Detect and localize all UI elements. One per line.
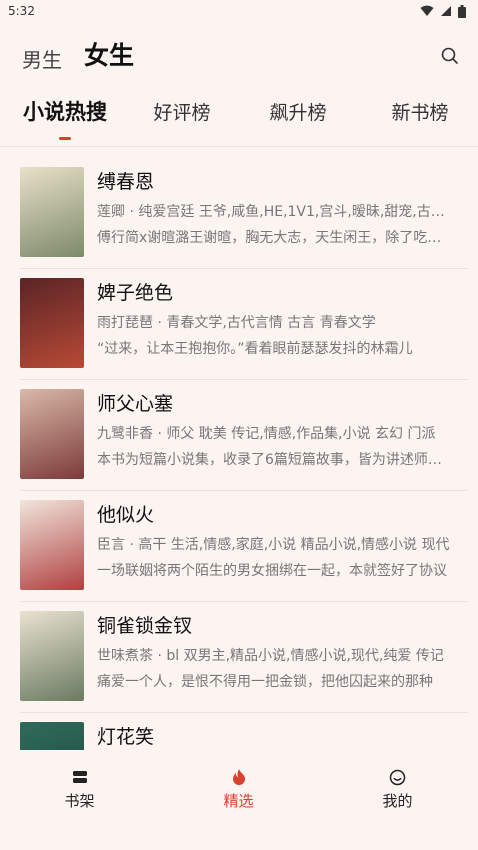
book-item[interactable]: 铜雀锁金钗 世味煮茶 · bl 双男主,精品小说,情感小说,现代,纯爱 传记 痛… xyxy=(0,602,478,713)
book-cover xyxy=(20,500,84,590)
nav-label: 书架 xyxy=(64,792,95,810)
tab-male[interactable]: 男生 xyxy=(22,50,62,74)
tab-female[interactable]: 女生 xyxy=(84,43,134,74)
status-icons xyxy=(420,4,466,18)
search-icon[interactable] xyxy=(440,46,460,66)
nav-featured[interactable]: 精选 xyxy=(159,750,318,811)
book-title: 缚春恩 xyxy=(97,171,155,193)
battery-icon xyxy=(458,4,466,18)
status-time: 5:32 xyxy=(8,4,35,18)
book-title: 师父心塞 xyxy=(97,393,174,415)
tab-new-books[interactable]: 新书榜 xyxy=(362,98,478,125)
book-list: 缚春恩 莲卿 · 纯爱宫廷 王爷,咸鱼,HE,1V1,宫斗,暧昧,甜宠,古代言情… xyxy=(0,158,478,750)
book-cover xyxy=(20,611,84,701)
tab-top-rated[interactable]: 好评榜 xyxy=(130,98,234,125)
nav-profile[interactable]: 我的 xyxy=(318,750,477,811)
book-description: “过来，让本王抱抱你。”看着眼前瑟瑟发抖的林霜儿 xyxy=(97,341,413,357)
smile-icon xyxy=(389,769,406,785)
book-meta: 臣言 · 高干 生活,情感,家庭,小说 精品小说,情感小说 现代 xyxy=(97,537,450,553)
book-description: 一场联姻将两个陌生的男女捆绑在一起，本就签好了协议 xyxy=(97,563,447,579)
book-title: 他似火 xyxy=(97,504,155,526)
book-description: 本书为短篇小说集，收录了6篇短篇故事，皆为讲述师徒之间 xyxy=(97,452,453,468)
bottom-nav: 书架 精选 我的 xyxy=(0,750,478,850)
book-item[interactable]: 婢子绝色 雨打琵琶 · 青春文学,古代言情 古言 青春文学 “过来，让本王抱抱你… xyxy=(0,269,478,380)
book-cover xyxy=(20,389,84,479)
book-cover xyxy=(20,722,84,750)
book-meta: 世味煮茶 · bl 双男主,精品小说,情感小说,现代,纯爱 传记 xyxy=(97,648,444,664)
divider xyxy=(0,146,478,147)
nav-bookshelf[interactable]: 书架 xyxy=(0,750,159,811)
wifi-icon xyxy=(420,5,434,16)
tab-hot-search[interactable]: 小说热搜 xyxy=(0,96,130,126)
nav-label: 精选 xyxy=(223,792,254,810)
book-item[interactable]: 缚春恩 莲卿 · 纯爱宫廷 王爷,咸鱼,HE,1V1,宫斗,暧昧,甜宠,古代言情… xyxy=(0,158,478,269)
book-title: 婢子绝色 xyxy=(97,282,174,304)
book-cover xyxy=(20,278,84,368)
book-meta: 莲卿 · 纯爱宫廷 王爷,咸鱼,HE,1V1,宫斗,暧昧,甜宠,古代言情 xyxy=(97,204,453,220)
book-cover xyxy=(20,167,84,257)
book-title: 铜雀锁金钗 xyxy=(97,615,193,637)
book-meta: 雨打琵琶 · 青春文学,古代言情 古言 青春文学 xyxy=(97,315,376,331)
tab-rising[interactable]: 飙升榜 xyxy=(234,98,362,125)
book-item[interactable]: 他似火 臣言 · 高干 生活,情感,家庭,小说 精品小说,情感小说 现代 一场联… xyxy=(0,491,478,602)
signal-icon xyxy=(441,6,451,16)
book-item[interactable]: 师父心塞 九鹭非香 · 师父 耽美 传记,情感,作品集,小说 玄幻 门派 本书为… xyxy=(0,380,478,491)
nav-label: 我的 xyxy=(382,792,413,810)
flame-icon xyxy=(232,769,245,785)
book-item[interactable]: 灯花笑 xyxy=(0,713,478,750)
book-title: 灯花笑 xyxy=(97,726,155,748)
ranking-tabs: 小说热搜 好评榜 飙升榜 新书榜 xyxy=(0,88,478,134)
header: 男生 女生 xyxy=(0,34,478,74)
book-description: 痛爱一个人，是恨不得用一把金锁，把他囚起来的那种 xyxy=(97,674,433,690)
book-description: 傅行简x谢暄潞王谢暄，胸无大志，天生闲王，除了吃喝玩乐 xyxy=(97,230,453,246)
book-meta: 九鹭非香 · 师父 耽美 传记,情感,作品集,小说 玄幻 门派 xyxy=(97,426,436,442)
bookshelf-icon xyxy=(72,771,87,783)
tab-indicator xyxy=(59,137,71,140)
status-bar: 5:32 xyxy=(0,0,478,22)
